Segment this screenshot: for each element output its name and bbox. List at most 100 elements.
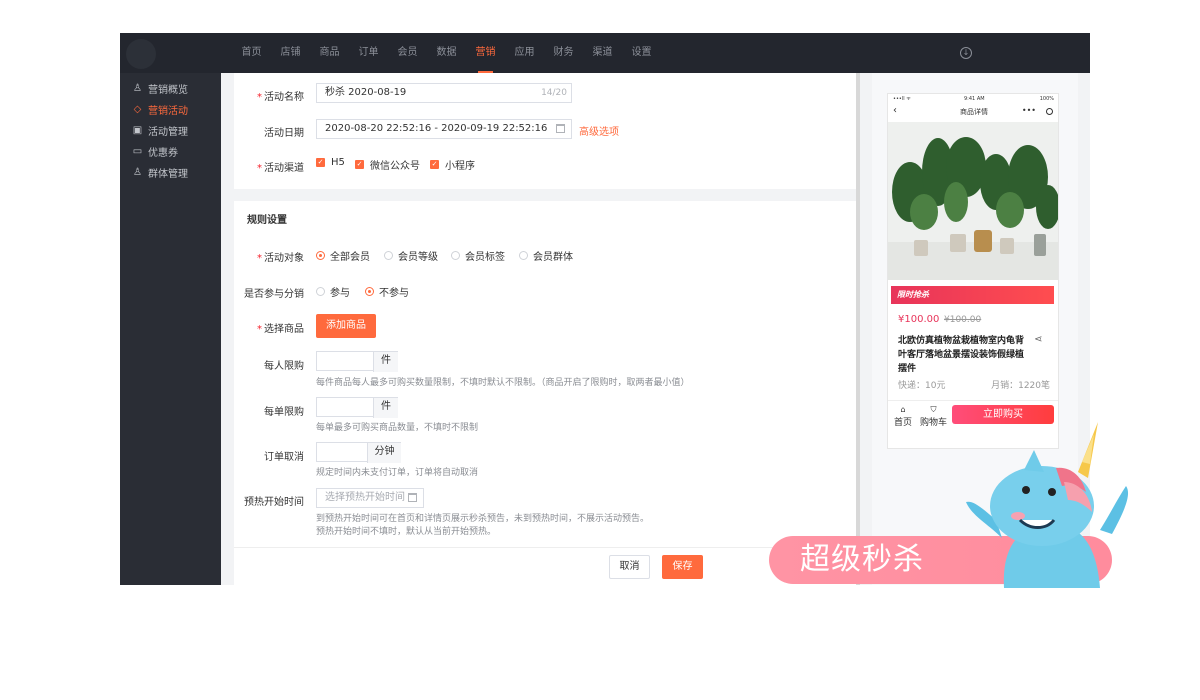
per-person-hint: 每件商品每人最多可购买数量限制，不填时默认不限制。（商品开启了限购时，取两者最小…: [316, 378, 690, 388]
sidebar-item-campaigns[interactable]: ◇ 营销活动: [132, 102, 188, 117]
share-icon[interactable]: ⋖: [1034, 334, 1042, 345]
channel-wechat-checkbox[interactable]: ✓ 微信公众号: [355, 157, 420, 172]
target-option-level[interactable]: 会员等级: [384, 248, 438, 263]
top-navbar: 首页 店铺 商品 订单 会员 数据 营销 应用 财务 渠道 设置 ↓: [120, 33, 1090, 73]
plants-illustration: [888, 122, 1058, 280]
battery-level: 100%: [1039, 96, 1054, 102]
save-button[interactable]: 保存: [662, 555, 703, 579]
activity-date-label: 活动日期: [264, 128, 304, 139]
status-time: 9:41 AM: [964, 96, 985, 102]
activity-name-input[interactable]: 秒杀 2020-08-19 14/20: [316, 83, 572, 103]
sidebar-item-coupons[interactable]: ▭ 优惠券: [132, 144, 178, 159]
nav-item-apps[interactable]: 应用: [505, 33, 544, 73]
order-cancel-input[interactable]: 分钟: [316, 442, 401, 463]
nav-item-data[interactable]: 数据: [427, 33, 466, 73]
close-icon[interactable]: [1046, 108, 1053, 115]
check-icon: ✓: [430, 160, 439, 169]
per-person-input[interactable]: 件: [316, 351, 398, 372]
target-option-group[interactable]: 会员群体: [519, 248, 573, 263]
channel-label: H5: [331, 157, 345, 168]
monthly-sales: 月销：1220笔: [991, 381, 1050, 391]
option-label: 不参与: [379, 288, 409, 299]
distribution-option-yes[interactable]: 参与: [316, 284, 350, 299]
nav-item-settings[interactable]: 设置: [622, 33, 661, 73]
order-cancel-unit: 分钟: [367, 443, 401, 463]
calendar-icon: [408, 493, 417, 502]
sidebar-item-overview[interactable]: ♙ 营销概览: [132, 81, 188, 96]
preheat-label: 预热开始时间: [244, 497, 304, 508]
calendar-icon: ▣: [132, 124, 143, 136]
nav-item-channels[interactable]: 渠道: [583, 33, 622, 73]
per-order-input[interactable]: 件: [316, 397, 398, 418]
tab-home[interactable]: ⌂ 首页: [894, 405, 912, 428]
nav-item-marketing[interactable]: 营销: [466, 33, 505, 73]
nav-item-home[interactable]: 首页: [232, 33, 271, 73]
goods-label: * 选择商品: [257, 324, 304, 335]
phone-preview: •••ll ᯤ 9:41 AM 100% ‹ 商品详情 ••• 限时抢杀 ¥10…: [887, 93, 1059, 449]
radio-icon: [316, 287, 325, 296]
sidebar-item-label: 营销活动: [148, 105, 188, 117]
preheat-input[interactable]: 选择预热开始时间: [316, 488, 424, 508]
per-order-unit: 件: [373, 398, 398, 418]
channel-h5-checkbox[interactable]: ✓ H5: [316, 157, 345, 168]
channel-label: 微信公众号: [370, 161, 420, 172]
preheat-hint-1: 到预热开始时间可在首页和详情页展示秒杀预告，未到预热时间，不展示活动预告。: [316, 514, 650, 524]
home-icon: ⌂: [900, 405, 906, 414]
form-footer: 取消 保存: [234, 547, 856, 585]
download-icon[interactable]: ↓: [960, 47, 972, 59]
nav-item-goods[interactable]: 商品: [310, 33, 349, 73]
target-label: * 活动对象: [257, 253, 304, 264]
per-order-label: 每单限购: [264, 407, 304, 418]
rules-card: 规则设置 * 活动对象 全部会员 会员等级 会员标签 会员群体 是否参与分销 参与…: [234, 201, 856, 547]
nav-item-finance[interactable]: 财务: [544, 33, 583, 73]
flash-sale-tag: 限时抢杀: [891, 286, 1054, 304]
advanced-options-link[interactable]: 高级选项: [579, 123, 619, 138]
radio-icon: [519, 251, 528, 260]
more-icon[interactable]: •••: [1022, 106, 1036, 115]
rules-section-title: 规则设置: [247, 215, 287, 226]
channel-miniprogram-checkbox[interactable]: ✓ 小程序: [430, 157, 475, 172]
per-person-unit: 件: [373, 352, 398, 372]
nav-item-orders[interactable]: 订单: [349, 33, 388, 73]
sidebar: ♙ 营销概览 ◇ 营销活动 ▣ 活动管理 ▭ 优惠券 ♙ 群体管理: [120, 73, 221, 585]
sidebar-item-label: 营销概览: [148, 84, 188, 96]
tab-label: 购物车: [920, 418, 948, 428]
sidebar-item-campaign-manage[interactable]: ▣ 活动管理: [132, 123, 188, 138]
sidebar-item-label: 优惠券: [148, 147, 178, 159]
app-window: 首页 店铺 商品 订单 会员 数据 营销 应用 财务 渠道 设置 ↓ ♙ 营销概…: [120, 33, 1090, 585]
activity-name-value: 秒杀 2020-08-19: [325, 87, 407, 98]
preheat-hint-2: 预热开始时间不填时，默认从当前开始预热。: [316, 527, 497, 537]
phone-header: ‹ 商品详情 •••: [888, 104, 1058, 120]
tab-cart[interactable]: ⛉ 购物车: [920, 405, 947, 428]
option-label: 全部会员: [330, 252, 370, 263]
promo-title: 超级秒杀: [800, 542, 924, 577]
channel-label: 小程序: [445, 161, 475, 172]
product-name: 北欧仿真植物盆栽植物室内龟背叶客厅落地盆景摆设装饰假绿植摆件: [898, 336, 1025, 374]
calendar-icon: [556, 124, 565, 133]
activity-date-input[interactable]: 2020-08-20 22:52:16 - 2020-09-19 22:52:1…: [316, 119, 572, 139]
tab-label: 首页: [894, 418, 913, 428]
option-label: 参与: [330, 288, 350, 299]
distribution-label: 是否参与分销: [244, 289, 304, 300]
top-nav: 首页 店铺 商品 订单 会员 数据 营销 应用 财务 渠道 设置: [232, 33, 661, 73]
sale-price: ¥100.00: [898, 314, 940, 325]
cancel-button[interactable]: 取消: [609, 555, 650, 579]
cart-icon: ⛉: [930, 405, 937, 414]
distribution-option-no[interactable]: 不参与: [365, 284, 409, 299]
phone-status-bar: •••ll ᯤ 9:41 AM 100%: [888, 94, 1058, 104]
nav-item-store[interactable]: 店铺: [271, 33, 310, 73]
nav-item-members[interactable]: 会员: [388, 33, 427, 73]
main-scrollbar[interactable]: [856, 73, 860, 585]
order-cancel-hint: 规定时间内未支付订单，订单将自动取消: [316, 468, 479, 478]
per-order-hint: 每单最多可购买商品数量，不填时不限制: [316, 423, 479, 433]
target-option-tag[interactable]: 会员标签: [451, 248, 505, 263]
add-goods-button[interactable]: 添加商品: [316, 314, 376, 338]
product-image: [888, 122, 1058, 280]
check-icon: ✓: [355, 160, 364, 169]
signal-icon: •••ll ᯤ: [893, 96, 911, 102]
activity-channel-label: * 活动渠道: [257, 163, 304, 174]
sidebar-item-groups[interactable]: ♙ 群体管理: [132, 165, 188, 180]
target-option-all[interactable]: 全部会员: [316, 248, 370, 263]
radio-icon: [316, 251, 325, 260]
unicorn-mascot: [966, 422, 1129, 588]
